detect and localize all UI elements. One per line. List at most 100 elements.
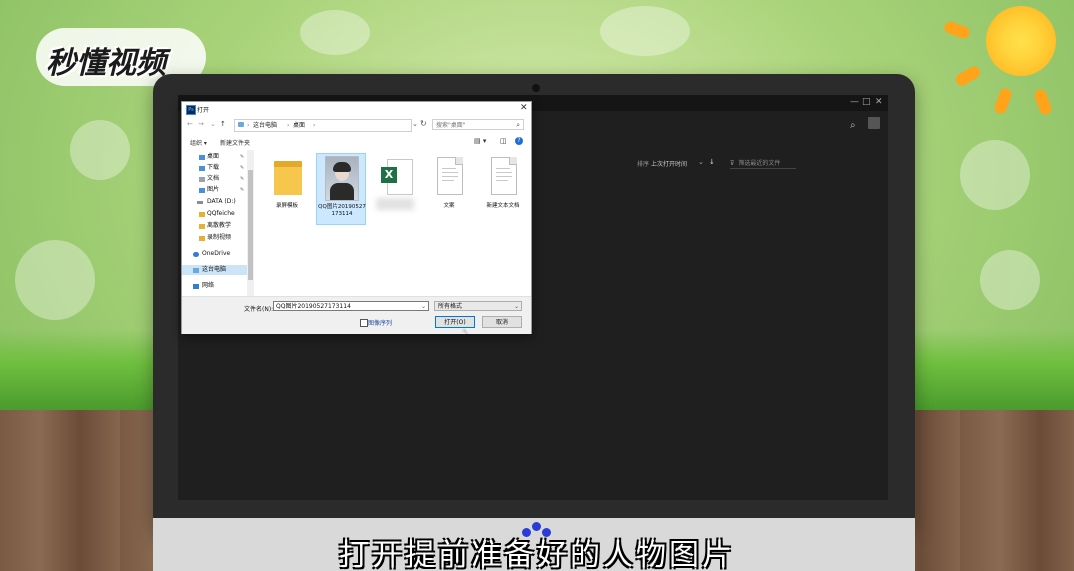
image-sequence-label[interactable]: 图像序列: [368, 318, 392, 327]
search-icon[interactable]: ⌕: [850, 120, 860, 131]
image-sequence-checkbox[interactable]: [360, 319, 368, 327]
document-icon: [199, 177, 205, 182]
help-icon[interactable]: ?: [515, 137, 523, 145]
sun-icon: [986, 6, 1056, 76]
sidebar-scrollbar[interactable]: [247, 150, 254, 296]
file-item-textdoc[interactable]: 新建文本文档: [478, 153, 528, 225]
filter-placeholder: 筛选最近的文件: [738, 160, 781, 167]
sidebar-item-label: OneDrive: [202, 250, 231, 257]
excel-icon: X: [381, 167, 397, 183]
sort-label: 排序: [637, 161, 650, 168]
text-line: [442, 172, 458, 173]
network-icon: [193, 284, 199, 289]
search-icon: ⌕: [516, 121, 520, 129]
folder-icon: [199, 224, 205, 229]
chevron-down-icon[interactable]: ⌄: [698, 158, 704, 166]
file-label: 文案: [443, 203, 455, 209]
view-options-icon[interactable]: ▤ ▾: [474, 137, 486, 145]
desktop-icon: [199, 155, 205, 160]
text-line: [496, 176, 512, 177]
document-icon: [491, 157, 517, 195]
pin-icon[interactable]: ✎: [240, 163, 244, 173]
folder-icon: [199, 236, 205, 241]
address-bar[interactable]: › 这台电脑 › 桌面 ›: [234, 119, 412, 132]
file-item-doc[interactable]: 文案: [424, 153, 474, 225]
breadcrumb-separator: ›: [313, 122, 316, 129]
search-placeholder: 搜索"桌面": [436, 122, 466, 129]
scrollbar-thumb[interactable]: [248, 170, 253, 280]
sort-control[interactable]: 排序 上次打开时间: [637, 159, 687, 168]
sidebar-item-desktop[interactable]: 桌面 ✎: [182, 152, 254, 162]
sidebar-item-downloads[interactable]: 下载 ✎: [182, 163, 254, 173]
sidebar-item-this-pc[interactable]: 这台电脑: [182, 265, 254, 275]
bokeh-light: [960, 140, 1030, 210]
open-button[interactable]: 打开(O): [435, 316, 475, 328]
sidebar-item-lisan[interactable]: 离散教学: [182, 221, 254, 231]
sidebar-item-network[interactable]: 网络: [182, 281, 254, 291]
text-line: [442, 180, 454, 181]
refresh-icon[interactable]: ↻: [420, 119, 427, 128]
close-icon[interactable]: ✕: [875, 97, 883, 107]
video-caption: 打开提前准备好的人物图片: [339, 538, 735, 571]
file-item-excel[interactable]: X: [370, 153, 420, 225]
person-body: [330, 183, 354, 200]
bokeh-light: [300, 10, 370, 55]
bokeh-light: [70, 120, 130, 180]
sun-ray: [992, 86, 1014, 116]
sort-direction-icon[interactable]: ↓: [709, 158, 715, 166]
pin-icon[interactable]: ✎: [240, 174, 244, 184]
pin-icon[interactable]: ✎: [240, 152, 244, 162]
sidebar-item-recordings[interactable]: 录制视频: [182, 233, 254, 243]
chevron-down-icon[interactable]: ⌄: [412, 120, 418, 128]
breadcrumb-separator: ›: [247, 122, 250, 129]
file-label: 新建文本文档: [486, 203, 520, 209]
sidebar-item-label: QQfeiche: [207, 210, 235, 217]
drive-icon: [197, 201, 203, 204]
sidebar-item-label: 图片: [207, 186, 220, 193]
close-icon[interactable]: ✕: [520, 103, 528, 113]
download-icon: [199, 166, 205, 171]
sidebar-item-pictures[interactable]: 图片 ✎: [182, 185, 254, 195]
bokeh-light: [15, 240, 95, 320]
maximize-icon[interactable]: □: [862, 97, 871, 107]
up-arrow-icon[interactable]: ↑: [220, 120, 226, 128]
search-input[interactable]: 搜索"桌面" ⌕: [432, 119, 524, 130]
navigation-pane: 桌面 ✎ 下载 ✎ 文档 ✎ 图片 ✎ DATA (D:) QQfeiche 离…: [182, 150, 254, 296]
file-item-folder[interactable]: 录屏模板: [262, 153, 312, 225]
filename-input[interactable]: QQ图片20190527173114 ⌄: [273, 301, 429, 311]
sidebar-item-data-drive[interactable]: DATA (D:): [182, 197, 254, 207]
page-fold: [509, 157, 517, 165]
sun-ray: [953, 64, 983, 88]
address-row: ← → ⌄ ↑ › 这台电脑 › 桌面 › ⌄ ↻ 搜索"桌面" ⌕: [182, 118, 531, 132]
preview-pane-icon[interactable]: ◫: [500, 137, 507, 145]
dialog-title: 打开: [197, 107, 210, 114]
filename-value: QQ图片20190527173114: [276, 303, 351, 310]
person-hair: [333, 162, 351, 172]
sidebar-item-onedrive[interactable]: OneDrive: [182, 249, 254, 259]
minimize-icon[interactable]: —: [850, 97, 859, 107]
sidebar-item-label: 网络: [202, 282, 215, 289]
sidebar-item-qqfeiche[interactable]: QQfeiche: [182, 209, 254, 219]
blurred-label: [376, 198, 414, 210]
filter-input[interactable]: ⊽ 筛选最近的文件: [730, 158, 796, 169]
back-arrow-icon[interactable]: ←: [187, 120, 193, 128]
breadcrumb-this-pc[interactable]: 这台电脑: [253, 120, 277, 131]
bokeh-light: [600, 6, 690, 56]
sort-value: 上次打开时间: [650, 161, 687, 168]
breadcrumb-desktop[interactable]: 桌面: [293, 120, 305, 131]
forward-arrow-icon[interactable]: →: [198, 120, 204, 128]
new-folder-button[interactable]: 新建文件夹: [220, 138, 250, 147]
file-item-photo[interactable]: QQ图片20190527173114: [316, 153, 366, 225]
filetype-select[interactable]: 所有格式 ⌄: [434, 301, 522, 311]
background-scene: 秒懂视频 — □ ✕ ⌕ 排序 上次打开时间 ⌄ ↓ ⊽ 筛选最近的文件 Ps 打…: [0, 0, 1074, 571]
pin-icon[interactable]: ✎: [240, 185, 244, 195]
sidebar-item-documents[interactable]: 文档 ✎: [182, 174, 254, 184]
cancel-button[interactable]: 取消: [482, 316, 522, 328]
logo-text: 秒懂视频: [46, 46, 166, 81]
chevron-down-icon[interactable]: ⌄: [210, 120, 216, 128]
sun-ray: [1032, 87, 1054, 117]
organize-button[interactable]: 组织 ▾: [190, 138, 207, 147]
chevron-down-icon[interactable]: ⌄: [421, 302, 426, 312]
avatar[interactable]: [868, 117, 880, 129]
breadcrumb-separator: ›: [287, 122, 290, 129]
